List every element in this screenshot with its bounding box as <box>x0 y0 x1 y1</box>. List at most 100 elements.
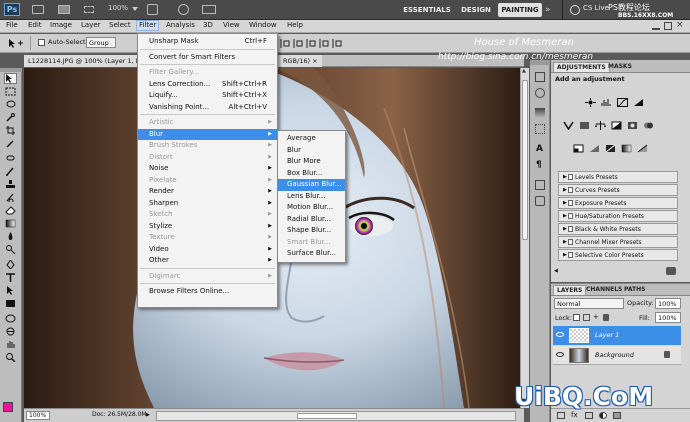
document-tab-suffix[interactable]: RGB/16) × <box>283 55 322 67</box>
path-selection-tool-icon[interactable] <box>4 285 17 296</box>
selective-color-icon[interactable] <box>635 143 649 154</box>
expand-triangle-icon[interactable]: ▶ <box>563 224 567 235</box>
brush-tool-icon[interactable] <box>4 166 17 177</box>
blur-tool-icon[interactable] <box>4 231 17 242</box>
expand-icon[interactable]: ◀ <box>554 268 558 274</box>
preset-row[interactable]: ▶ Black & White Presets <box>558 223 678 235</box>
3d-orbit-tool-icon[interactable] <box>4 326 17 337</box>
minimize-icon[interactable] <box>652 22 660 30</box>
menu-help[interactable]: Help <box>285 21 305 29</box>
expand-triangle-icon[interactable]: ▶ <box>563 185 567 196</box>
hand-icon[interactable] <box>147 4 158 15</box>
filter-menu-item-other[interactable]: Other ▶ <box>138 255 277 267</box>
exposure-icon[interactable] <box>631 97 645 108</box>
blur-menu-item-gaussian-blur[interactable]: Gaussian Blur... <box>278 179 345 191</box>
layer-name[interactable]: Layer 1 <box>595 331 619 339</box>
marquee-tool-icon[interactable] <box>4 86 17 97</box>
filter-menu-item-sharpen[interactable]: Sharpen ▶ <box>138 198 277 210</box>
menu-filter[interactable]: Filter <box>136 20 160 31</box>
gradient-map-icon[interactable] <box>619 143 633 154</box>
paragraph-panel-icon[interactable]: ¶ <box>536 160 542 170</box>
preset-row[interactable]: ▶ Channel Mixer Presets <box>558 236 678 248</box>
visibility-eye-icon[interactable] <box>556 332 564 337</box>
dodge-tool-icon[interactable] <box>4 244 17 255</box>
clip-to-layer-icon[interactable] <box>666 267 676 275</box>
cs-live-label[interactable]: CS Live <box>583 4 609 12</box>
mini-bridge-icon[interactable] <box>58 5 70 14</box>
layer-row[interactable]: Layer 1 <box>553 326 681 345</box>
screen-mode-icon[interactable] <box>202 5 216 14</box>
tools-panel-header[interactable] <box>0 68 22 72</box>
layer-style-icon[interactable]: fx <box>571 411 578 419</box>
auto-select-checkbox[interactable] <box>38 39 45 46</box>
extras-icon[interactable] <box>84 6 94 13</box>
tab-channels[interactable]: CHANNELS <box>583 285 625 295</box>
blur-menu-item-radial-blur[interactable]: Radial Blur... <box>278 214 345 226</box>
preset-row[interactable]: ▶ Hue/Saturation Presets <box>558 210 678 222</box>
link-layers-icon[interactable] <box>557 412 565 419</box>
3d-rotate-tool-icon[interactable] <box>4 313 17 324</box>
history-panel-icon[interactable] <box>535 72 545 82</box>
hand-tool-icon[interactable] <box>4 339 17 350</box>
filter-menu-item-stylize[interactable]: Stylize ▶ <box>138 221 277 233</box>
scrollbar-thumb[interactable] <box>522 80 528 240</box>
lock-all-icon[interactable] <box>603 314 609 321</box>
tool-presets-panel-icon[interactable] <box>535 196 545 206</box>
lasso-tool-icon[interactable] <box>4 99 17 110</box>
eraser-tool-icon[interactable] <box>4 205 17 216</box>
clone-source-panel-icon[interactable] <box>535 180 545 190</box>
workspace-essentials[interactable]: ESSENTIALS <box>398 0 456 20</box>
align-icons[interactable] <box>280 38 390 49</box>
preset-row[interactable]: ▶ Curves Presets <box>558 184 678 196</box>
layer-row[interactable]: Background <box>553 346 681 365</box>
vibrance-icon[interactable] <box>561 120 575 131</box>
blend-mode-dropdown[interactable]: Normal <box>554 298 624 309</box>
visibility-eye-icon[interactable] <box>556 352 564 357</box>
workspace-painting[interactable]: PAINTING <box>498 3 542 17</box>
color-balance-icon[interactable] <box>593 120 607 131</box>
menu-analysis[interactable]: Analysis <box>164 21 197 29</box>
filter-menu-item-vanishing-point[interactable]: Vanishing Point... Alt+Ctrl+V <box>138 102 277 114</box>
zoom-level[interactable]: 100% <box>108 4 128 12</box>
blur-menu-item-average[interactable]: Average <box>278 133 345 145</box>
lock-transparent-icon[interactable] <box>573 314 580 321</box>
expand-triangle-icon[interactable]: ▶ <box>563 237 567 248</box>
bridge-icon[interactable] <box>32 5 44 14</box>
move-tool-icon[interactable] <box>4 73 17 84</box>
quick-selection-tool-icon[interactable] <box>4 112 17 123</box>
status-zoom[interactable]: 100% <box>26 411 50 420</box>
new-adjustment-layer-icon[interactable] <box>599 412 607 419</box>
gradient-tool-icon[interactable] <box>4 218 17 229</box>
expand-triangle-icon[interactable]: ▶ <box>563 250 567 261</box>
filter-menu-item-video[interactable]: Video ▶ <box>138 244 277 256</box>
chevron-down-icon[interactable] <box>132 7 138 11</box>
blur-menu-item-shape-blur[interactable]: Shape Blur... <box>278 225 345 237</box>
scroll-up-icon[interactable]: ▲ <box>522 68 526 74</box>
filter-menu-item-noise[interactable]: Noise ▶ <box>138 163 277 175</box>
horizontal-scrollbar-thumb[interactable] <box>297 413 357 419</box>
foreground-color-swatch[interactable] <box>3 402 13 412</box>
cs-live-icon[interactable] <box>570 5 580 15</box>
character-panel-icon[interactable]: A <box>536 144 543 154</box>
preset-row[interactable]: ▶ Exposure Presets <box>558 197 678 209</box>
menu-edit[interactable]: Edit <box>26 21 44 29</box>
hue-saturation-icon[interactable] <box>577 120 591 131</box>
vertical-scrollbar[interactable]: ▲ ▼ <box>520 68 529 408</box>
maximize-icon[interactable] <box>664 22 672 30</box>
history-brush-tool-icon[interactable] <box>4 192 17 203</box>
menu-select[interactable]: Select <box>107 21 133 29</box>
tab-adjustments[interactable]: ADJUSTMENTS <box>553 62 610 72</box>
add-mask-icon[interactable] <box>585 412 593 419</box>
filter-menu-item-liquify[interactable]: Liquify... Shift+Ctrl+X <box>138 90 277 102</box>
menu-3d[interactable]: 3D <box>201 21 215 29</box>
levels-icon[interactable] <box>599 97 613 108</box>
tab-layers[interactable]: LAYERS <box>553 285 587 295</box>
blur-menu-item-blur[interactable]: Blur <box>278 145 345 157</box>
healing-brush-tool-icon[interactable] <box>4 153 17 164</box>
close-icon[interactable]: × <box>676 20 684 30</box>
menu-layer[interactable]: Layer <box>79 21 103 29</box>
menu-view[interactable]: View <box>221 21 242 29</box>
lock-pixels-icon[interactable] <box>583 314 590 321</box>
filter-menu-item-render[interactable]: Render ▶ <box>138 186 277 198</box>
opacity-input[interactable]: 100% <box>655 298 681 309</box>
